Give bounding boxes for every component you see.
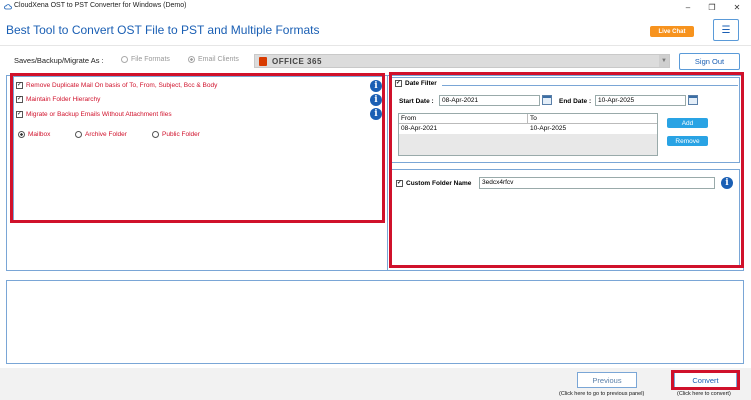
target-select[interactable]: OFFICE 365 ▼ (254, 54, 670, 68)
hamburger-icon[interactable]: ☰ (713, 19, 739, 41)
chevron-down-icon[interactable]: ▼ (659, 55, 669, 67)
previous-button[interactable]: Previous (577, 372, 637, 388)
radio-dot (188, 56, 195, 63)
office365-icon (259, 57, 267, 66)
window-title: CloudXena OST to PST Converter for Windo… (14, 2, 187, 9)
window-titlebar: CloudXena OST to PST Converter for Windo… (0, 0, 751, 14)
minimize-icon[interactable]: – (676, 0, 700, 14)
convert-hint: (Click here to convert) (677, 391, 731, 397)
previous-hint: (Click here to go to previous panel) (559, 391, 645, 397)
cloud-app-icon (4, 4, 12, 10)
radio-label: File Formats (131, 56, 170, 63)
highlight-frame-filters (389, 72, 744, 268)
app-header: Best Tool to Convert OST File to PST and… (0, 14, 751, 46)
sign-out-button[interactable]: Sign Out (679, 53, 740, 70)
restore-icon[interactable]: ❐ (700, 0, 724, 14)
radio-email-clients[interactable]: Email Clients (188, 56, 239, 63)
radio-label: Email Clients (198, 56, 239, 63)
save-as-label: Saves/Backup/Migrate As : (14, 56, 104, 65)
panel-divider (387, 75, 388, 271)
radio-file-formats[interactable]: File Formats (121, 56, 170, 63)
page-title: Best Tool to Convert OST File to PST and… (6, 23, 320, 37)
target-select-value: OFFICE 365 (272, 57, 322, 66)
radio-dot (121, 56, 128, 63)
highlight-frame-convert (671, 370, 740, 390)
live-chat-button[interactable]: Live Chat (650, 26, 694, 37)
close-icon[interactable]: ✕ (725, 0, 749, 14)
log-panel (6, 280, 744, 364)
highlight-frame-options (10, 73, 385, 223)
